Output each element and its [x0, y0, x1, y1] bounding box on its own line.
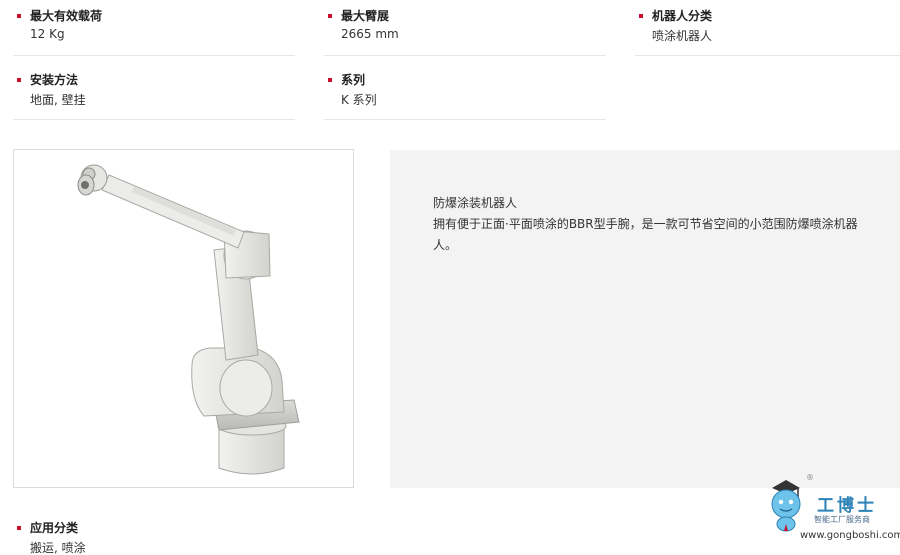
description-text: 拥有便于正面·平面喷涂的BBR型手腕，是一款可节省空间的小范围防爆喷涂机器人。 [433, 217, 858, 252]
spec-value-series: K 系列 [341, 93, 377, 107]
watermark-url: www.gongboshi.com [800, 530, 900, 541]
robot-arm-image [77, 164, 300, 475]
registered-mark: ® [806, 473, 814, 482]
spec-series: 系列 K 系列 [324, 64, 606, 120]
spec-label-max-reach: 最大臂展 [341, 9, 390, 23]
bullet-icon [328, 13, 332, 18]
spec-value-max-reach: 2665 mm [341, 27, 399, 41]
spec-label-mounting: 安装方法 [30, 73, 79, 87]
spec-value-application: 搬运, 喷涂 [30, 541, 86, 555]
watermark-logo: ® 工博士 智能工厂服务商 www.gongboshi.com [762, 472, 900, 552]
spec-label-application: 应用分类 [30, 521, 79, 535]
watermark-tagline: 智能工厂服务商 [814, 515, 870, 524]
spec-value-category: 喷涂机器人 [652, 29, 713, 43]
spec-label-max-payload: 最大有效载荷 [30, 9, 103, 23]
description-title: 防爆涂装机器人 [433, 196, 518, 210]
product-image [13, 149, 354, 488]
spec-max-payload: 最大有效载荷 12 Kg [13, 0, 295, 56]
spec-max-reach: 最大臂展 2665 mm [324, 0, 606, 56]
bullet-icon [17, 77, 21, 82]
spec-category: 机器人分类 喷涂机器人 [635, 0, 900, 56]
spec-mounting: 安装方法 地面, 壁挂 [13, 64, 295, 120]
description-panel: 防爆涂装机器人 拥有便于正面·平面喷涂的BBR型手腕，是一款可节省空间的小范围防… [390, 150, 900, 488]
mascot-logo-icon [771, 480, 801, 532]
spec-application: 应用分类 搬运, 喷涂 [13, 512, 295, 555]
bullet-icon [17, 525, 21, 530]
bullet-icon [328, 77, 332, 82]
bullet-icon [17, 13, 21, 18]
watermark-brand: 工博士 [817, 496, 877, 516]
spec-label-series: 系列 [341, 73, 366, 87]
spec-value-max-payload: 12 Kg [30, 27, 65, 41]
bullet-icon [639, 13, 643, 18]
spec-value-mounting: 地面, 壁挂 [30, 93, 86, 107]
product-page: { "specs": { "max_payload": { "label": "… [0, 0, 900, 555]
spec-label-category: 机器人分类 [652, 9, 713, 23]
